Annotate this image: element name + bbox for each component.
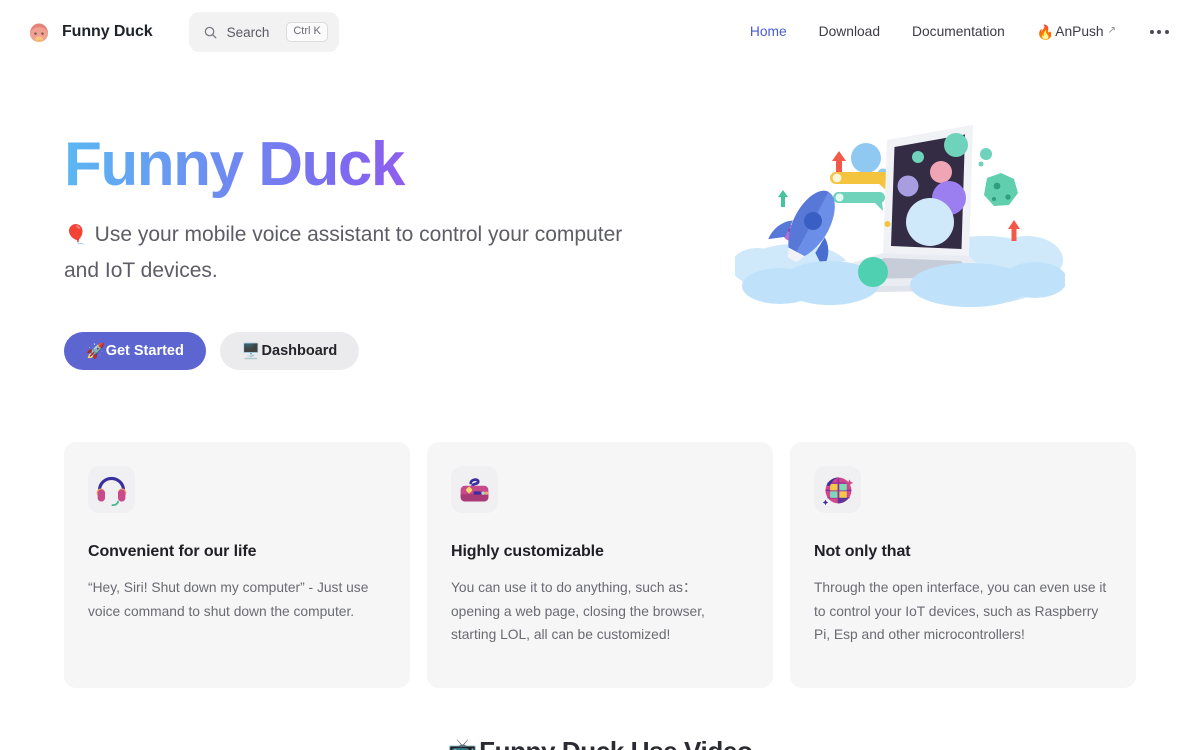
hero-content: Funny Duck 🎈 Use your mobile voice assist… bbox=[64, 116, 664, 371]
feature-title: Convenient for our life bbox=[88, 543, 257, 560]
external-link-icon: ↗ bbox=[1107, 25, 1116, 36]
search-icon bbox=[204, 26, 217, 38]
more-menu-button[interactable] bbox=[1142, 15, 1176, 49]
feature-card-not-only-that: Not only that Through the open interface… bbox=[790, 442, 1136, 688]
hero-illustration-container bbox=[664, 116, 1136, 315]
nav-link-download[interactable]: Download bbox=[803, 0, 896, 64]
desktop-computer-icon: 🖥️ bbox=[241, 343, 261, 361]
search-input[interactable]: Search Ctrl K bbox=[188, 12, 339, 52]
feature-text: “Hey, Siri! Shut down my computer” - Jus… bbox=[88, 580, 369, 619]
dashboard-label: Dashboard bbox=[261, 343, 338, 360]
video-section: 📺Funny Duck Use Video bbox=[0, 736, 1200, 750]
nav-link-anpush[interactable]: 🔥 AnPush ↗ bbox=[1021, 0, 1132, 64]
laptop-in-clouds-illustration bbox=[735, 125, 1065, 307]
get-started-button[interactable]: 🚀 Get Started bbox=[64, 332, 206, 371]
ellipsis-dot-icon bbox=[1149, 30, 1154, 34]
ellipsis-dot-icon bbox=[1157, 30, 1161, 34]
disco-ball-icon bbox=[822, 477, 854, 506]
nav-link-documentation-label: Documentation bbox=[912, 24, 1005, 39]
search-placeholder: Search bbox=[226, 24, 270, 40]
dashboard-button[interactable]: 🖥️ Dashboard bbox=[219, 332, 360, 371]
feature-card-customizable: Highly customizable You can use it to do… bbox=[427, 442, 773, 688]
video-section-heading-text: Funny Duck Use Video bbox=[479, 736, 753, 750]
search-shortcut-badge: Ctrl K bbox=[286, 22, 328, 42]
feature-card-convenient: Convenient for our life “Hey, Siri! Shut… bbox=[64, 442, 410, 688]
feature-title: Not only that bbox=[814, 543, 911, 560]
video-section-heading: 📺Funny Duck Use Video bbox=[448, 736, 753, 750]
feature-icon-tile bbox=[88, 466, 135, 513]
game-controller-icon bbox=[460, 478, 489, 502]
hero-subtitle: 🎈 Use your mobile voice assistant to cont… bbox=[64, 217, 654, 289]
hero-section: Funny Duck 🎈 Use your mobile voice assist… bbox=[0, 64, 1200, 434]
feature-title: Highly customizable bbox=[451, 543, 604, 560]
brand-name: Funny Duck bbox=[62, 23, 153, 40]
feature-icon-tile bbox=[814, 466, 861, 513]
duck-logo-icon bbox=[29, 23, 49, 43]
nav-link-anpush-label: AnPush bbox=[1055, 24, 1104, 39]
rocket-icon: 🚀 bbox=[86, 343, 105, 361]
brand-logo-link[interactable]: Funny Duck bbox=[26, 19, 153, 45]
feature-icon-tile bbox=[451, 466, 498, 513]
hero-subtitle-text: Use your mobile voice assistant to contr… bbox=[64, 222, 623, 283]
nav-link-home-label: Home bbox=[749, 24, 787, 39]
feature-text: You can use it to do anything, such as： … bbox=[451, 580, 705, 643]
get-started-label: Get Started bbox=[105, 343, 184, 360]
nav-link-home[interactable]: Home bbox=[734, 0, 803, 64]
nav-link-documentation[interactable]: Documentation bbox=[896, 0, 1021, 64]
television-icon: 📺 bbox=[448, 737, 478, 750]
top-navigation-bar: Funny Duck Search Ctrl K Home Download D… bbox=[0, 0, 1200, 64]
feature-text: Through the open interface, you can even… bbox=[814, 580, 1107, 643]
hero-actions: 🚀 Get Started 🖥️ Dashboard bbox=[64, 332, 664, 371]
feature-cards: Convenient for our life “Hey, Siri! Shut… bbox=[0, 442, 1200, 688]
fire-icon: 🔥 bbox=[1036, 24, 1055, 40]
nav-link-download-label: Download bbox=[818, 24, 881, 39]
headphones-icon bbox=[96, 476, 127, 507]
ellipsis-dot-icon bbox=[1164, 30, 1169, 34]
nav-links: Home Download Documentation 🔥 AnPush ↗ bbox=[734, 0, 1176, 64]
page-title: Funny Duck bbox=[64, 131, 664, 199]
balloon-icon: 🎈 bbox=[64, 224, 88, 246]
